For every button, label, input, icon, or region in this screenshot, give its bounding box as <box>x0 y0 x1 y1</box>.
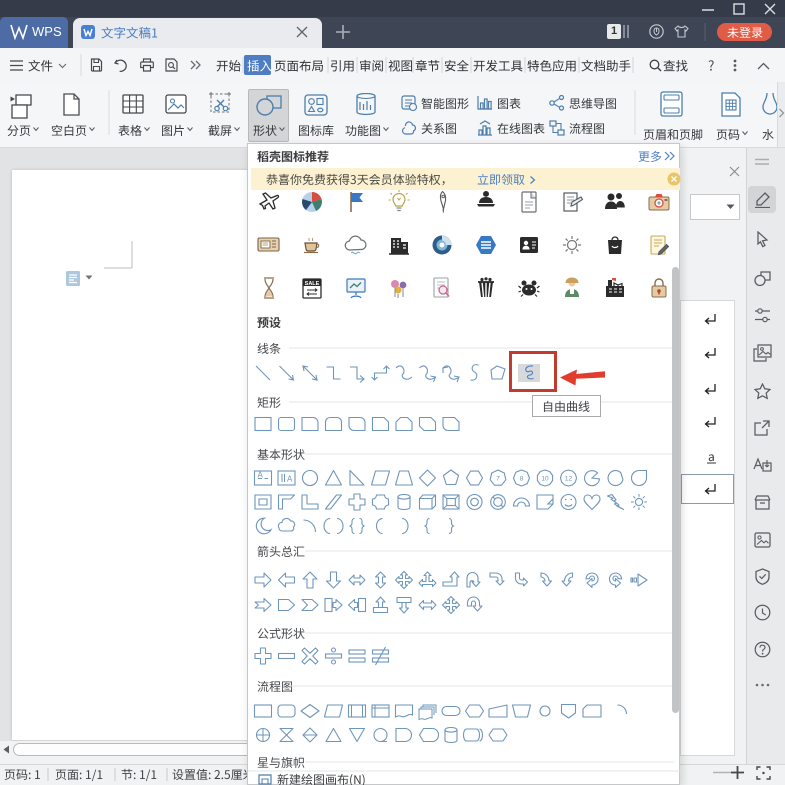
svg-text:A: A <box>258 471 264 480</box>
svg-text:A: A <box>287 475 293 484</box>
svg-text:SALE: SALE <box>305 281 320 287</box>
svg-text:10: 10 <box>541 476 549 483</box>
svg-text:8: 8 <box>520 476 524 483</box>
svg-text:7: 7 <box>496 476 500 483</box>
svg-text:12: 12 <box>565 476 573 483</box>
